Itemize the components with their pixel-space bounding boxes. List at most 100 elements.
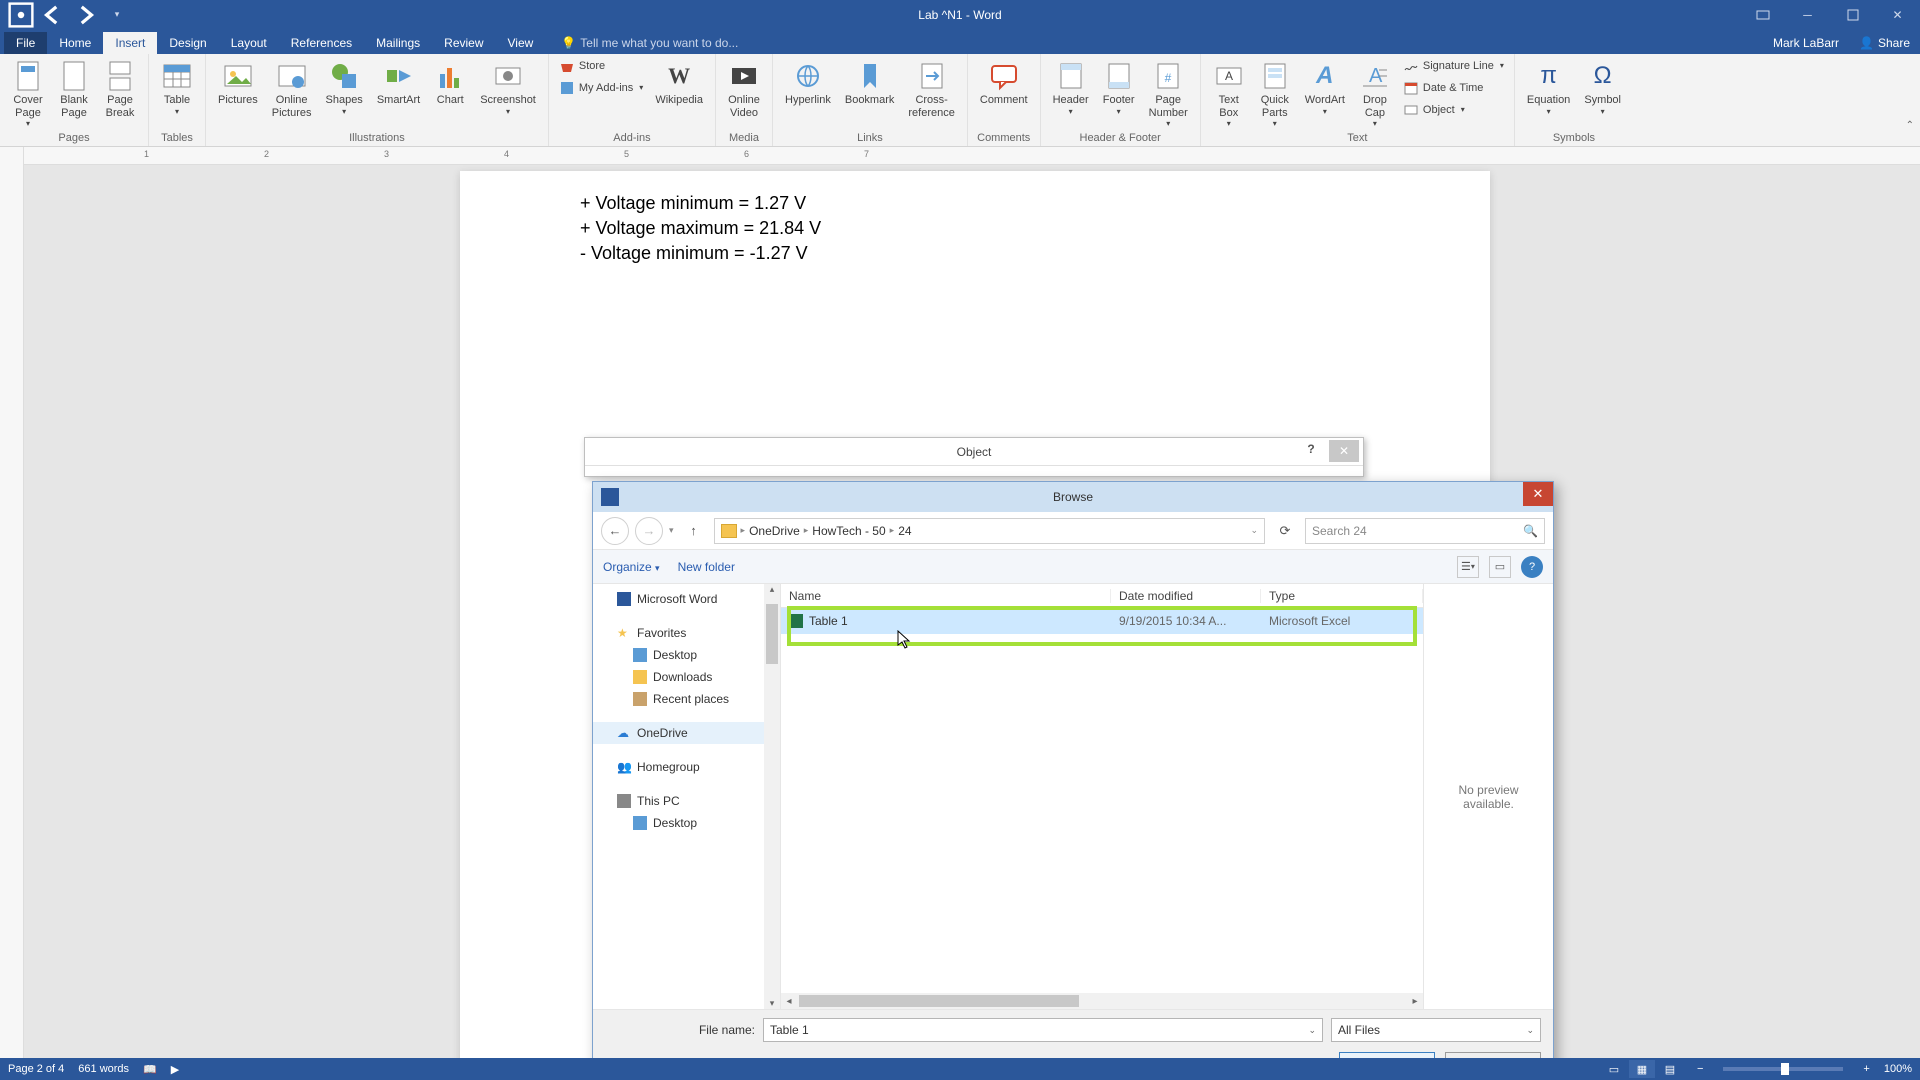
tab-layout[interactable]: Layout: [219, 32, 279, 54]
footer-button[interactable]: Footer▾: [1097, 56, 1141, 120]
smartart-button[interactable]: SmartArt: [371, 56, 426, 111]
object-dialog-help-button[interactable]: ?: [1299, 442, 1323, 456]
object-dialog-close-button[interactable]: ✕: [1329, 440, 1359, 462]
print-layout-button[interactable]: ▦: [1629, 1060, 1655, 1078]
text-box-button[interactable]: AText Box▾: [1207, 56, 1251, 132]
tab-mailings[interactable]: Mailings: [364, 32, 432, 54]
nav-back-button[interactable]: ←: [601, 517, 629, 545]
col-date[interactable]: Date modified: [1111, 589, 1261, 603]
breadcrumb-item[interactable]: 24: [898, 524, 911, 538]
browse-dialog-titlebar[interactable]: Browse ✕: [593, 482, 1553, 512]
nav-item-desktop-pc[interactable]: Desktop: [593, 812, 780, 834]
qat-customize-icon[interactable]: ▾: [104, 3, 130, 27]
collapse-ribbon-icon[interactable]: ⌃: [1906, 120, 1914, 131]
equation-button[interactable]: πEquation▾: [1521, 56, 1576, 120]
filename-input[interactable]: Table 1⌄: [763, 1018, 1323, 1042]
zoom-level[interactable]: 100%: [1884, 1063, 1912, 1075]
view-mode-button[interactable]: ☰ ▾: [1457, 556, 1479, 578]
nav-item-onedrive[interactable]: ☁OneDrive: [593, 722, 780, 744]
nav-item-desktop[interactable]: Desktop: [593, 644, 780, 666]
hyperlink-button[interactable]: Hyperlink: [779, 56, 837, 111]
comment-button[interactable]: Comment: [974, 56, 1034, 111]
my-addins-button[interactable]: My Add-ins▾: [555, 78, 647, 98]
minimize-button[interactable]: ─: [1785, 0, 1830, 29]
redo-button[interactable]: [72, 3, 98, 27]
new-folder-button[interactable]: New folder: [678, 560, 735, 574]
nav-item-downloads[interactable]: Downloads: [593, 666, 780, 688]
tab-review[interactable]: Review: [432, 32, 495, 54]
insert-button[interactable]: Insert: [1339, 1052, 1435, 1058]
macro-icon[interactable]: ▶: [171, 1063, 179, 1076]
nav-item-word[interactable]: Microsoft Word: [593, 588, 780, 610]
pictures-button[interactable]: Pictures: [212, 56, 264, 111]
symbol-button[interactable]: ΩSymbol▾: [1578, 56, 1627, 120]
object-button[interactable]: Object▾: [1399, 100, 1508, 120]
help-button[interactable]: ?: [1521, 556, 1543, 578]
zoom-slider[interactable]: [1723, 1067, 1843, 1071]
tab-file[interactable]: File: [4, 32, 47, 54]
wordart-button[interactable]: AWordArt▾: [1299, 56, 1351, 120]
nav-item-homegroup[interactable]: 👥Homegroup: [593, 756, 780, 778]
cancel-button[interactable]: Cancel: [1445, 1052, 1541, 1058]
tell-me-search[interactable]: 💡 Tell me what you want to do...: [553, 32, 746, 54]
account-name[interactable]: Mark LaBarr: [1763, 32, 1849, 54]
preview-pane-button[interactable]: ▭: [1489, 556, 1511, 578]
nav-forward-button[interactable]: →: [635, 517, 663, 545]
web-layout-button[interactable]: ▤: [1657, 1060, 1683, 1078]
shapes-button[interactable]: Shapes▾: [320, 56, 369, 120]
breadcrumb-item[interactable]: OneDrive: [749, 524, 800, 538]
breadcrumb-item[interactable]: HowTech - 50: [812, 524, 885, 538]
col-name[interactable]: Name: [781, 589, 1111, 603]
breadcrumb[interactable]: ▸ OneDrive ▸ HowTech - 50 ▸ 24 ⌄: [714, 518, 1265, 544]
spell-check-icon[interactable]: 📖: [143, 1063, 157, 1076]
share-button[interactable]: 👤 Share: [1849, 32, 1920, 54]
file-list-scrollbar[interactable]: ◂▸: [781, 993, 1423, 1009]
drop-cap-button[interactable]: ADrop Cap▾: [1353, 56, 1397, 132]
online-video-button[interactable]: Online Video: [722, 56, 766, 123]
wikipedia-button[interactable]: WWikipedia: [649, 56, 709, 111]
cover-page-button[interactable]: Cover Page▾: [6, 56, 50, 132]
browse-close-button[interactable]: ✕: [1523, 482, 1553, 506]
refresh-button[interactable]: ⟳: [1271, 517, 1299, 545]
nav-item-this-pc[interactable]: This PC: [593, 790, 780, 812]
file-columns-header[interactable]: Name Date modified Type: [781, 584, 1423, 608]
nav-item-favorites[interactable]: ★Favorites: [593, 622, 780, 644]
page-break-button[interactable]: Page Break: [98, 56, 142, 123]
nav-up-button[interactable]: ↑: [680, 517, 708, 545]
maximize-button[interactable]: [1830, 0, 1875, 29]
close-button[interactable]: ✕: [1875, 0, 1920, 29]
cross-reference-button[interactable]: Cross- reference: [902, 56, 960, 123]
tab-design[interactable]: Design: [157, 32, 218, 54]
table-button[interactable]: Table▾: [155, 56, 199, 120]
blank-page-button[interactable]: Blank Page: [52, 56, 96, 123]
page-indicator[interactable]: Page 2 of 4: [8, 1063, 64, 1075]
store-button[interactable]: Store: [555, 56, 647, 76]
file-filter-select[interactable]: All Files⌄: [1331, 1018, 1541, 1042]
zoom-in-button[interactable]: +: [1863, 1063, 1869, 1075]
breadcrumb-dropdown-icon[interactable]: ⌄: [1250, 525, 1258, 536]
quick-parts-button[interactable]: Quick Parts▾: [1253, 56, 1297, 132]
nav-scrollbar[interactable]: ▴▾: [764, 584, 780, 1009]
read-mode-button[interactable]: ▭: [1601, 1060, 1627, 1078]
nav-recent-dropdown[interactable]: ▾: [669, 525, 674, 536]
tab-insert[interactable]: Insert: [103, 32, 157, 54]
file-row[interactable]: Table 1 9/19/2015 10:34 A... Microsoft E…: [781, 608, 1423, 634]
organize-button[interactable]: Organize ▾: [603, 560, 660, 574]
online-pictures-button[interactable]: Online Pictures: [266, 56, 318, 123]
bookmark-button[interactable]: Bookmark: [839, 56, 901, 111]
autosave-icon[interactable]: [8, 3, 34, 27]
col-type[interactable]: Type: [1261, 589, 1423, 603]
nav-item-recent[interactable]: Recent places: [593, 688, 780, 710]
search-input[interactable]: Search 24 🔍: [1305, 518, 1545, 544]
tab-home[interactable]: Home: [47, 32, 103, 54]
ribbon-display-button[interactable]: [1740, 0, 1785, 29]
word-count[interactable]: 661 words: [78, 1063, 129, 1075]
chart-button[interactable]: Chart: [428, 56, 472, 111]
undo-button[interactable]: [40, 3, 66, 27]
signature-line-button[interactable]: Signature Line▾: [1399, 56, 1508, 76]
screenshot-button[interactable]: Screenshot▾: [474, 56, 542, 120]
date-time-button[interactable]: Date & Time: [1399, 78, 1508, 98]
tab-references[interactable]: References: [279, 32, 364, 54]
header-button[interactable]: Header▾: [1047, 56, 1095, 120]
tab-view[interactable]: View: [496, 32, 546, 54]
